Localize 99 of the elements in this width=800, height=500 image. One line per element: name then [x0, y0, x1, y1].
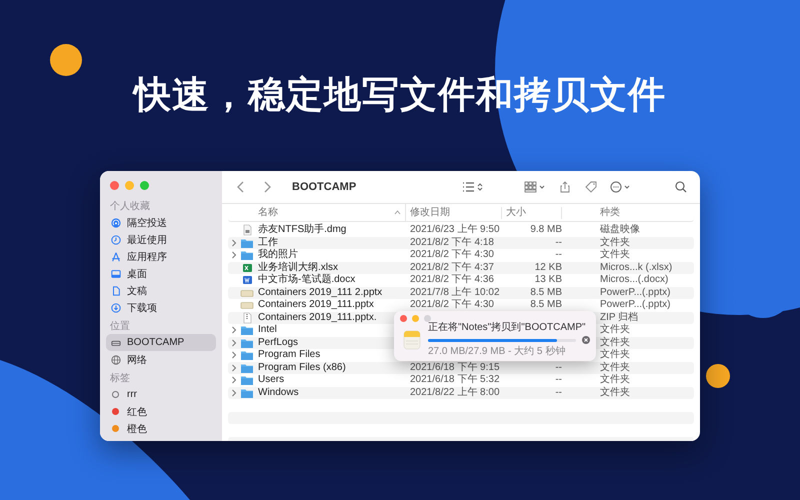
- close-button[interactable]: [400, 315, 407, 322]
- tag-circle-icon: [112, 391, 119, 398]
- column-header[interactable]: 名称: [258, 204, 278, 221]
- tag-icon[interactable]: [584, 181, 598, 193]
- column-header[interactable]: 修改日期: [406, 206, 502, 218]
- file-size: 9.8 MB: [529, 224, 562, 236]
- sidebar-item[interactable]: 最近使用: [106, 231, 216, 248]
- accent-dot: [50, 44, 82, 76]
- modified-date: 2021/8/2 下午 4:37: [409, 262, 495, 274]
- file-size: --: [554, 362, 562, 374]
- folder-icon: [240, 249, 254, 262]
- modified-date: 2021/8/2 下午 4:30: [409, 299, 495, 312]
- file-name: Containers 2019_111.pptx.: [258, 312, 377, 324]
- file-size: --: [554, 386, 562, 399]
- modified-date: 2021/8/2 下午 4:30: [409, 249, 495, 262]
- download-icon: [111, 302, 121, 312]
- file-name: PerfLogs: [258, 336, 298, 349]
- file-name: 我的照片: [258, 249, 298, 262]
- file-kind: PowerP...(.pptx): [600, 286, 670, 299]
- stop-button[interactable]: [582, 336, 590, 344]
- globe-icon: [111, 354, 121, 364]
- search-icon[interactable]: [674, 181, 688, 193]
- folder-icon: [240, 362, 254, 374]
- sidebar-item[interactable]: BOOTCAMP: [106, 334, 216, 351]
- file-kind: 文件夹: [600, 324, 630, 336]
- clock-icon: [111, 234, 121, 244]
- close-button[interactable]: [110, 181, 119, 190]
- folder-icon: [240, 336, 254, 349]
- file-name: Intel: [258, 324, 277, 336]
- file-kind: 文件夹: [600, 374, 630, 386]
- file-name: 业务培训大纲.xlsx: [258, 262, 338, 274]
- modified-date: 2021/7/8 上午 10:02: [409, 286, 501, 299]
- modified-date: 2021/6/18 下午 9:15: [409, 362, 501, 374]
- list-view-icon[interactable]: [462, 181, 484, 193]
- sidebar-item[interactable]: 桌面: [106, 265, 216, 282]
- folder-icon: [240, 349, 254, 362]
- file-kind: 文件夹: [600, 386, 630, 399]
- grid-view-icon[interactable]: [524, 181, 546, 193]
- copy-progress-text: 27.0 MB/27.9 MB - 大约 5 秒钟: [428, 346, 566, 358]
- sidebar-item[interactable]: rrr: [106, 386, 216, 403]
- file-name: Containers 2019_111 2.pptx: [258, 286, 382, 299]
- sidebar-heading: 个人收藏: [109, 200, 151, 214]
- file-name: 中文市场-笔试题.docx: [258, 274, 356, 286]
- modified-date: 2021/6/18 下午 5:32: [409, 374, 501, 386]
- file-name: Program Files: [258, 349, 320, 362]
- file-size: 12 KB: [534, 262, 562, 274]
- sidebar-item[interactable]: 网络: [106, 351, 216, 368]
- file-kind: 磁盘映像: [600, 224, 640, 236]
- file-name: Containers 2019_111.pptx: [258, 299, 374, 312]
- word-document-icon: [240, 274, 254, 286]
- file-size: --: [554, 236, 562, 249]
- file-kind: ZIP 归档: [600, 312, 638, 324]
- sidebar-heading: 位置: [109, 320, 131, 334]
- file-name: Program Files (x86): [258, 362, 346, 374]
- copy-status-title: 正在将"Notes"拷贝到"BOOTCAMP": [428, 322, 587, 334]
- sidebar-item[interactable]: 文稿: [106, 282, 216, 299]
- more-icon[interactable]: [610, 181, 632, 193]
- file-kind: Micros...k (.xlsx): [600, 262, 672, 274]
- letter-a-icon: [111, 252, 121, 262]
- file-kind: 文件夹: [600, 362, 630, 374]
- sidebar-heading: 标签: [109, 372, 131, 386]
- document-icon: [111, 286, 121, 296]
- file-name: Users: [258, 374, 284, 386]
- file-kind: PowerP...(.pptx): [600, 299, 670, 312]
- file-name: Windows: [258, 386, 299, 399]
- sidebar-item[interactable]: 橙色: [106, 420, 216, 437]
- file-size: 13 KB: [534, 274, 562, 286]
- sidebar-item[interactable]: 应用程序: [106, 248, 216, 265]
- modified-date: 2021/8/2 下午 4:36: [409, 274, 495, 286]
- modified-date: 2021/8/22 上午 8:00: [409, 386, 501, 399]
- column-header[interactable]: 种类: [562, 206, 694, 218]
- signal-waves-icon: [111, 218, 121, 228]
- sidebar-item[interactable]: 红色: [106, 403, 216, 420]
- file-kind: 文件夹: [600, 236, 630, 248]
- file-size: --: [554, 249, 562, 262]
- folder-icon: [240, 386, 254, 399]
- file-name: 赤友NTFS助手.dmg: [258, 224, 346, 236]
- modified-date: 2021/8/2 下午 4:18: [409, 236, 495, 249]
- file-size: --: [554, 374, 562, 386]
- sidebar-item[interactable]: 下载项: [106, 299, 216, 316]
- folder-icon: [240, 236, 254, 249]
- folder-icon: [240, 374, 254, 386]
- notepad-icon: [403, 330, 421, 350]
- file-kind: 文件夹: [600, 336, 630, 348]
- file-name: 工作: [258, 236, 278, 248]
- file-kind: Micros...(.docx): [600, 274, 668, 286]
- sidebar-item[interactable]: 隔空投送: [106, 214, 216, 231]
- share-icon[interactable]: [558, 181, 572, 193]
- file-size: 8.5 MB: [529, 299, 562, 312]
- monitor-icon: [111, 268, 121, 278]
- column-header[interactable]: 大小: [502, 206, 562, 218]
- window-title: BOOTCAMP: [292, 181, 356, 193]
- folder-icon: [240, 324, 254, 336]
- file-kind: 文件夹: [600, 249, 630, 262]
- modified-date: 2021/6/23 上午 9:50: [409, 224, 501, 236]
- file-size: 8.5 MB: [529, 286, 562, 299]
- accent-dot: [706, 364, 730, 388]
- tray-icon: [240, 299, 254, 312]
- file-kind: 文件夹: [600, 349, 630, 362]
